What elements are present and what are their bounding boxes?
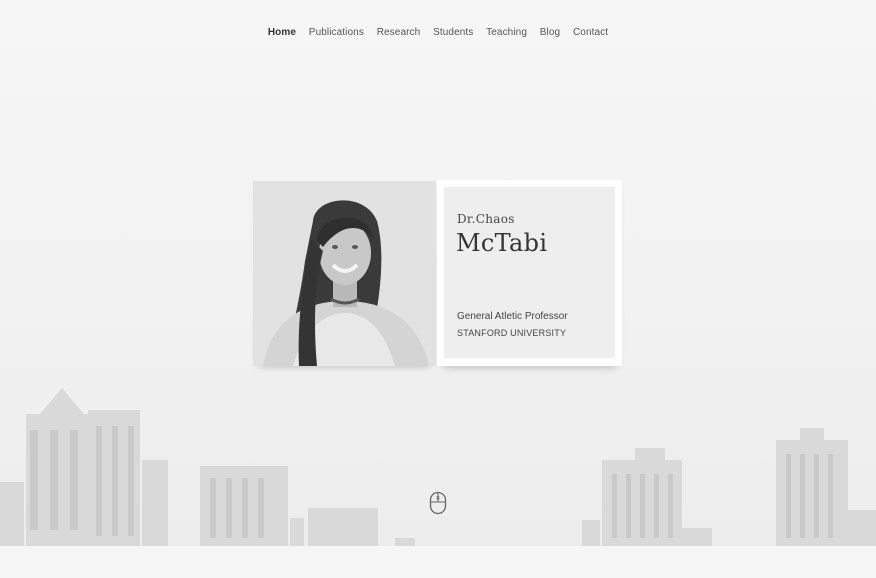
- nav-home[interactable]: Home: [268, 27, 296, 38]
- university-name: STANFORD UNIVERSITY: [457, 328, 567, 338]
- city-skyline-background: [0, 388, 876, 548]
- profile-card: Dr.Chaos McTabi General Atletic Professo…: [437, 180, 622, 366]
- nav-students[interactable]: Students: [433, 27, 473, 38]
- name-surname: McTabi: [456, 229, 548, 257]
- mouse-scroll-icon[interactable]: [429, 491, 447, 515]
- nav-research[interactable]: Research: [377, 27, 421, 38]
- profile-photo: [253, 181, 436, 366]
- name-prefix: Dr.Chaos: [457, 212, 515, 226]
- nav-contact[interactable]: Contact: [573, 27, 608, 38]
- profile-card-inner: Dr.Chaos McTabi General Atletic Professo…: [444, 187, 615, 358]
- ground-strip: [0, 546, 876, 578]
- nav-blog[interactable]: Blog: [540, 27, 560, 38]
- job-title: General Atletic Professor: [457, 311, 568, 322]
- nav-publications[interactable]: Publications: [309, 27, 364, 38]
- main-nav: Home Publications Research Students Teac…: [0, 27, 876, 38]
- nav-teaching[interactable]: Teaching: [486, 27, 527, 38]
- mouse-icon: [429, 491, 447, 515]
- page: Home Publications Research Students Teac…: [0, 0, 876, 578]
- portrait-illustration: [253, 181, 436, 366]
